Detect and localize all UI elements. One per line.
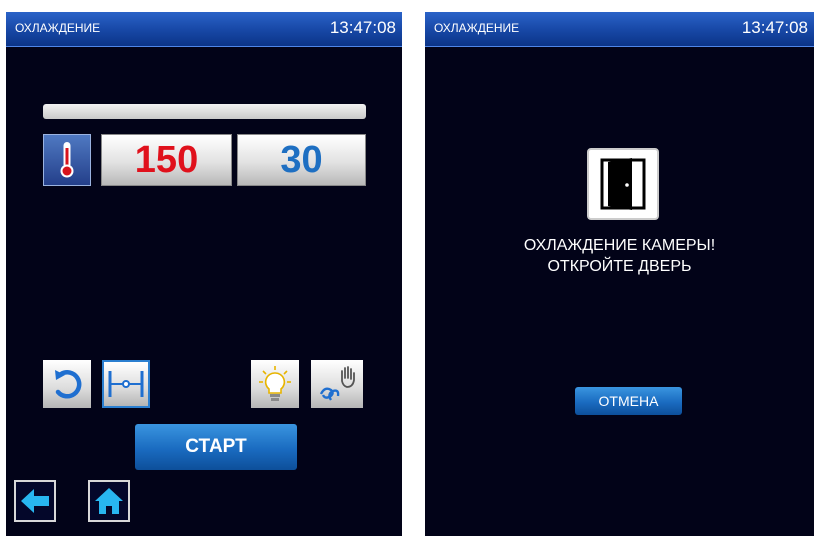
alert-message-line-2: ОТКРОЙТЕ ДВЕРЬ — [547, 258, 692, 275]
alert-message-line-1: ОХЛАЖДЕНИЕ КАМЕРЫ! — [523, 237, 716, 254]
header-bar: ОХЛАЖДЕНИЕ 13:47:08 — [425, 12, 814, 47]
reset-arrow-icon — [55, 370, 82, 399]
timer-value[interactable]: 30 — [237, 134, 366, 186]
screen-title: ОХЛАЖДЕНИЕ — [434, 21, 520, 35]
door-alert-screen: ОХЛАЖДЕНИЕ 13:47:08 ОХЛАЖДЕНИЕ КАМЕРЫ! О… — [425, 12, 814, 536]
home-icon — [95, 488, 123, 514]
home-button[interactable] — [88, 480, 130, 522]
reset-button[interactable] — [43, 360, 91, 408]
cancel-button[interactable]: ОТМЕНА — [575, 387, 682, 415]
screen-title: ОХЛАЖДЕНИЕ — [15, 21, 101, 35]
level-icon — [108, 371, 144, 397]
door-sign — [587, 148, 659, 220]
progress-bar — [43, 104, 366, 119]
manual-hand-icon — [319, 366, 355, 401]
clock: 13:47:08 — [329, 18, 396, 37]
light-button[interactable] — [251, 360, 299, 408]
thermometer-icon — [60, 142, 74, 178]
cooling-screen: ОХЛАЖДЕНИЕ 13:47:08 150 30 СТАРТ — [6, 12, 402, 536]
temperature-value[interactable]: 150 — [101, 134, 232, 186]
open-door-icon — [600, 158, 646, 210]
arrow-left-icon — [21, 489, 49, 513]
level-button[interactable] — [102, 360, 150, 408]
manual-button[interactable] — [311, 360, 363, 408]
thermometer-button[interactable] — [43, 134, 91, 186]
clock: 13:47:08 — [741, 18, 808, 37]
header-bar: ОХЛАЖДЕНИЕ 13:47:08 — [6, 12, 402, 47]
back-button[interactable] — [14, 480, 56, 522]
light-bulb-icon — [259, 366, 291, 401]
start-button[interactable]: СТАРТ — [135, 424, 297, 470]
